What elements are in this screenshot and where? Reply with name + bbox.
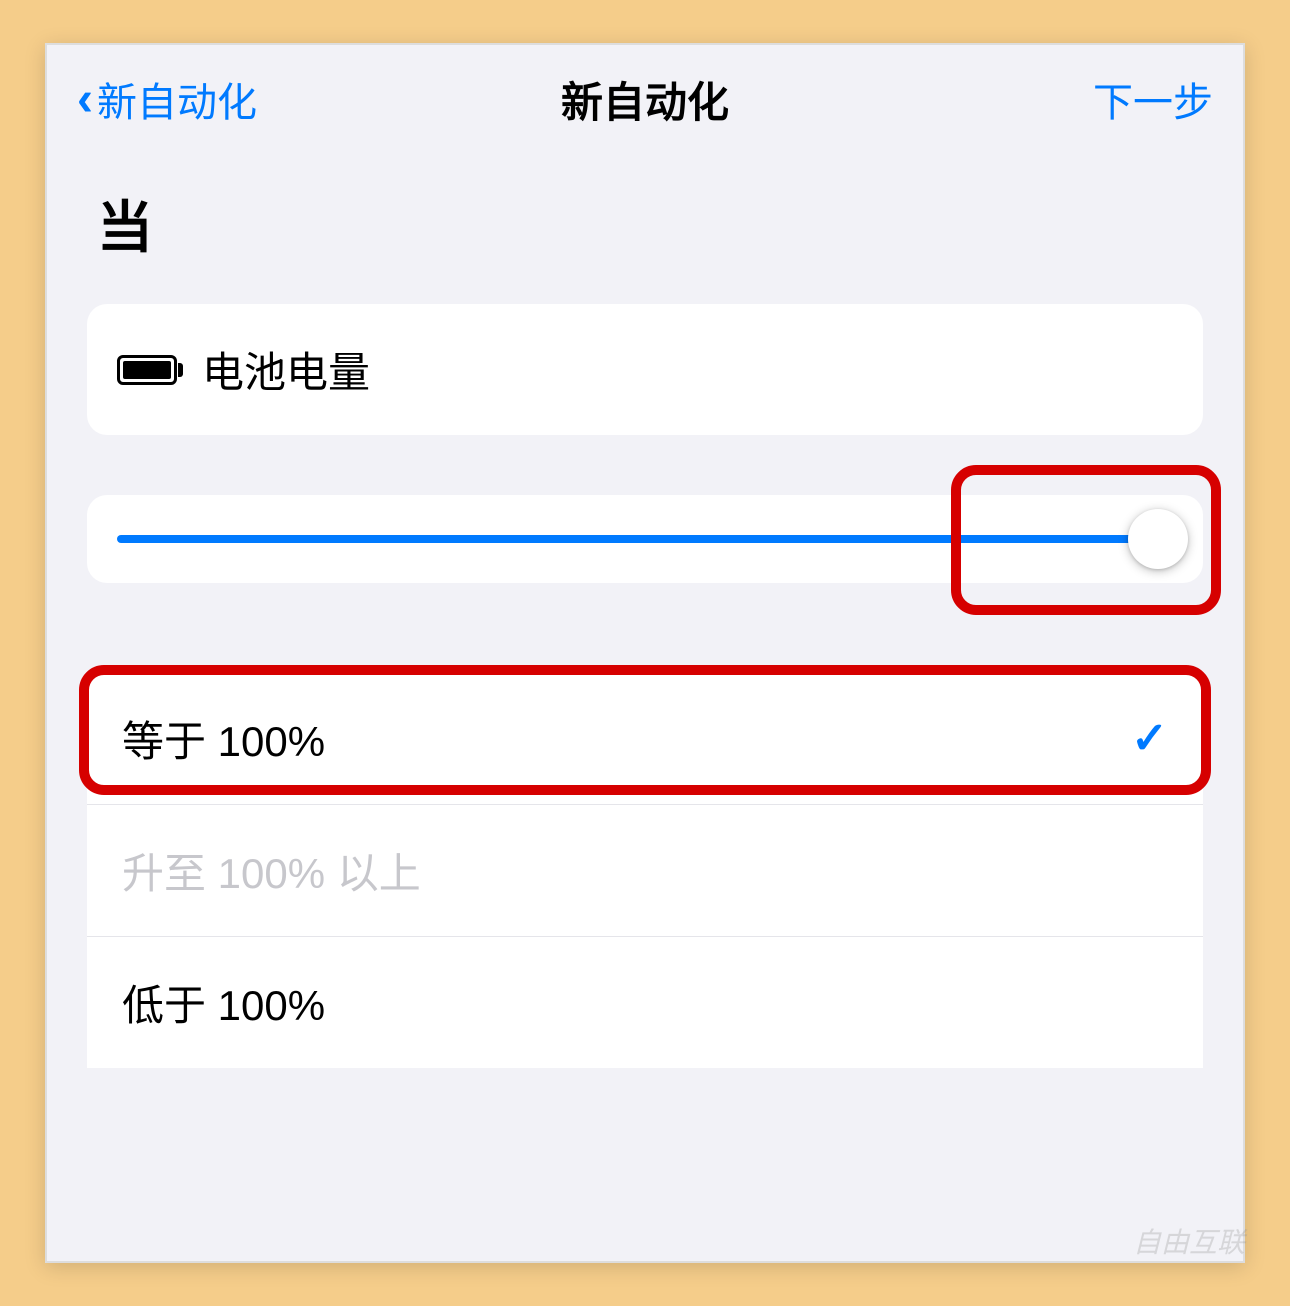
battery-fill: [123, 361, 171, 379]
checkmark-icon: ✓: [1131, 713, 1168, 764]
option-rises-above: 升至 100% 以上: [87, 805, 1203, 937]
option-label: 等于 100%: [122, 708, 325, 769]
option-label: 升至 100% 以上: [122, 840, 421, 901]
content-area: 当 电池电量: [47, 153, 1243, 1261]
section-heading: 当: [87, 183, 1203, 264]
slider-card: [87, 495, 1203, 583]
battery-icon: [117, 355, 177, 385]
trigger-card: 电池电量: [87, 304, 1203, 435]
option-label: 低于 100%: [122, 972, 325, 1033]
battery-trigger-row[interactable]: 电池电量: [87, 304, 1203, 435]
screen: ‹ 新自动化 新自动化 下一步 当 电池电量: [47, 45, 1243, 1261]
slider-track[interactable]: [117, 535, 1173, 543]
options-card: 等于 100% ✓ 升至 100% 以上 低于 100%: [87, 673, 1203, 1068]
back-label: 新自动化: [97, 70, 257, 128]
option-falls-below[interactable]: 低于 100%: [87, 937, 1203, 1068]
chevron-left-icon: ‹: [77, 72, 93, 127]
phone-frame: ‹ 新自动化 新自动化 下一步 当 电池电量: [45, 43, 1245, 1263]
slider-thumb[interactable]: [1128, 509, 1188, 569]
next-button[interactable]: 下一步: [1093, 70, 1213, 128]
navigation-bar: ‹ 新自动化 新自动化 下一步: [47, 45, 1243, 153]
page-title: 新自动化: [561, 69, 729, 130]
option-equals[interactable]: 等于 100% ✓: [87, 673, 1203, 805]
battery-label: 电池电量: [202, 339, 370, 400]
back-button[interactable]: ‹ 新自动化: [77, 70, 257, 128]
